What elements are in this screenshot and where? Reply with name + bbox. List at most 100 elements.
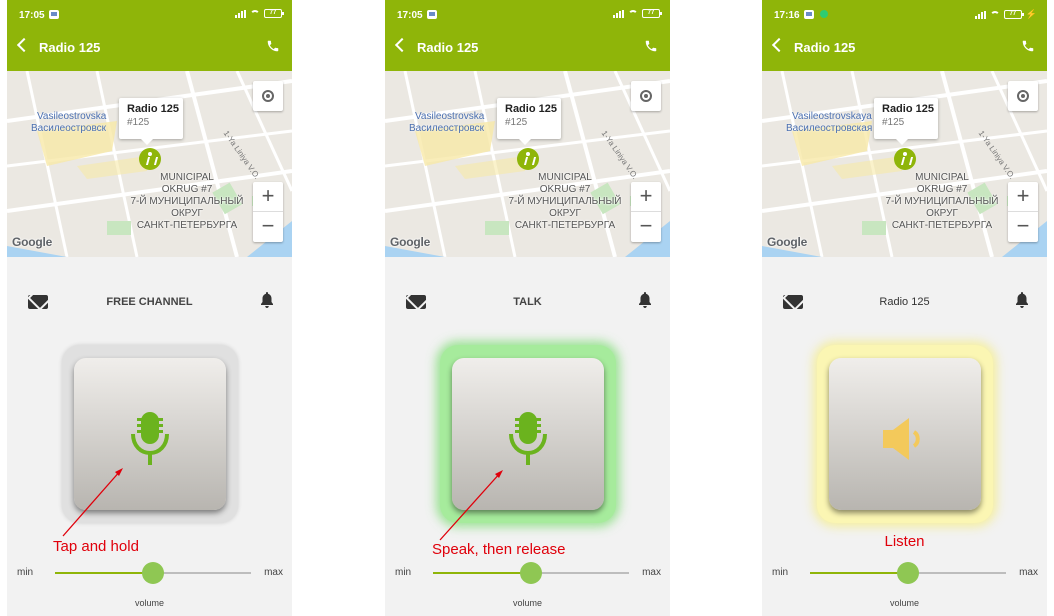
- instruction-label: Tap and hold: [53, 538, 139, 555]
- district-line: САНКТ-ПЕТЕРБУРГА: [514, 220, 616, 231]
- page-title: Radio 125: [794, 40, 856, 55]
- info-subtitle: #125: [505, 117, 528, 128]
- district-line: OKRUG #7: [916, 184, 968, 195]
- wifi-icon: [628, 9, 638, 18]
- signal-icon: [974, 10, 986, 19]
- status-indicators: 77: [613, 9, 662, 18]
- phone-screen-listen: 17:16 77 ⚡ Radio 125 Vasileostrovskaya В…: [762, 0, 1047, 616]
- marker-info-window[interactable]: Radio 125 #125: [874, 98, 938, 145]
- zoom-out-button[interactable]: −: [253, 212, 283, 242]
- microphone-icon: [509, 412, 547, 465]
- channel-label: Radio 125: [879, 296, 930, 308]
- zoom-controls: + −: [1008, 182, 1038, 242]
- phone-call-icon[interactable]: [266, 39, 280, 53]
- map-label-district: MUNICIPAL OKRUG #7 7-Й МУНИЦИПАЛЬНЫЙ ОКР…: [882, 172, 1002, 232]
- marker-info-window[interactable]: Radio 125 #125: [497, 98, 561, 145]
- info-subtitle: #125: [127, 117, 150, 128]
- volume-slider-thumb[interactable]: [520, 562, 542, 584]
- map-label-place-ru: Василеостровская: [786, 123, 873, 134]
- zoom-in-button[interactable]: +: [631, 182, 661, 212]
- push-to-talk-button[interactable]: [817, 345, 993, 523]
- district-line: 7-Й МУНИЦИПАЛЬНЫЙ: [885, 196, 999, 207]
- district-line: 7-Й МУНИЦИПАЛЬНЫЙ: [130, 196, 244, 207]
- volume-slider[interactable]: [810, 562, 1006, 584]
- volume-slider[interactable]: [55, 562, 251, 584]
- volume-caption: volume: [134, 598, 164, 608]
- phone-screen-talk: 17:05 77 Radio 125 Vasileostrovska Васил…: [385, 0, 670, 616]
- battery-icon: 77: [1003, 10, 1024, 19]
- phone-call-icon[interactable]: [1021, 39, 1035, 53]
- volume-slider-fill: [433, 572, 531, 574]
- phone-call-icon[interactable]: [644, 39, 658, 53]
- google-logo: Google: [390, 235, 431, 249]
- volume-max-label: max: [1019, 567, 1038, 578]
- map-view[interactable]: Vasileostrovska Василеостровск 1-Ya Lini…: [7, 71, 292, 257]
- zoom-in-button[interactable]: +: [253, 182, 283, 212]
- walking-person-marker-icon[interactable]: [517, 148, 539, 170]
- volume-min-label: min: [395, 567, 412, 578]
- district-line: 7-Й МУНИЦИПАЛЬНЫЙ: [508, 196, 622, 207]
- bell-icon[interactable]: [1015, 292, 1029, 308]
- push-to-talk-button[interactable]: [62, 345, 238, 523]
- volume-slider-thumb[interactable]: [142, 562, 164, 584]
- status-time: 17:05: [19, 10, 45, 21]
- volume-slider-thumb[interactable]: [897, 562, 919, 584]
- district-line: ОКРУГ: [926, 208, 958, 219]
- bell-icon[interactable]: [638, 292, 652, 308]
- app-bar: 17:05 77 Radio 125: [7, 0, 292, 71]
- volume-slider[interactable]: [433, 562, 629, 584]
- map-view[interactable]: Vasileostrovska Василеостровск 1-Ya Lini…: [385, 71, 670, 257]
- charging-icon: ⚡: [1025, 9, 1037, 19]
- walking-person-marker-icon[interactable]: [894, 148, 916, 170]
- page-title: Radio 125: [39, 40, 101, 55]
- my-location-icon[interactable]: [631, 81, 661, 111]
- bell-icon[interactable]: [260, 292, 274, 308]
- my-location-icon[interactable]: [253, 81, 283, 111]
- status-time: 17:05: [397, 10, 423, 21]
- back-arrow-icon[interactable]: [771, 37, 787, 53]
- info-title: Radio 125: [882, 103, 934, 115]
- app-bar: 17:05 77 Radio 125: [385, 0, 670, 71]
- info-title: Radio 125: [505, 103, 557, 115]
- map-label-place-en: Vasileostrovska: [415, 111, 485, 122]
- zoom-out-button[interactable]: −: [1008, 212, 1038, 242]
- map-label-district: MUNICIPAL OKRUG #7 7-Й МУНИЦИПАЛЬНЫЙ ОКР…: [505, 172, 625, 232]
- push-to-talk-button[interactable]: [440, 345, 616, 523]
- app-bar: 17:16 77 ⚡ Radio 125: [762, 0, 1047, 71]
- push-to-talk-face[interactable]: [829, 358, 981, 510]
- microphone-icon: [131, 412, 169, 465]
- walking-person-marker-icon[interactable]: [139, 148, 161, 170]
- channel-label: TALK: [513, 296, 542, 308]
- push-to-talk-face[interactable]: [74, 358, 226, 510]
- zoom-controls: + −: [631, 182, 661, 242]
- volume-min-label: min: [17, 567, 34, 578]
- map-label-place-ru: Василеостровск: [31, 123, 107, 134]
- status-time: 17:16: [774, 10, 800, 21]
- radio-panel: Radio 125 Listen min max volume: [762, 257, 1047, 616]
- back-arrow-icon[interactable]: [394, 37, 410, 53]
- district-line: OKRUG #7: [539, 184, 591, 195]
- battery-icon: 77: [642, 9, 662, 18]
- page-title: Radio 125: [417, 40, 479, 55]
- zoom-out-button[interactable]: −: [631, 212, 661, 242]
- district-line: САНКТ-ПЕТЕРБУРГА: [136, 220, 238, 231]
- status-indicators: 77: [235, 9, 284, 18]
- instruction-label: Listen: [884, 533, 925, 550]
- zoom-controls: + −: [253, 182, 283, 242]
- info-subtitle: #125: [882, 117, 905, 128]
- instruction-label: Speak, then release: [432, 541, 566, 558]
- info-title: Radio 125: [127, 103, 179, 115]
- radio-panel: TALK Speak, then release min max volume: [385, 257, 670, 616]
- volume-max-label: max: [642, 567, 661, 578]
- volume-min-label: min: [772, 567, 789, 578]
- district-line: ОКРУГ: [171, 208, 203, 219]
- volume-slider-fill: [810, 572, 908, 574]
- wifi-icon: [989, 10, 1000, 19]
- my-location-icon[interactable]: [1008, 81, 1038, 111]
- back-arrow-icon[interactable]: [16, 37, 32, 53]
- map-view[interactable]: Vasileostrovskaya Василеостровская 1-Ya …: [762, 71, 1047, 257]
- zoom-in-button[interactable]: +: [1008, 182, 1038, 212]
- marker-info-window[interactable]: Radio 125 #125: [119, 98, 183, 145]
- push-to-talk-face[interactable]: [452, 358, 604, 510]
- volume-slider-fill: [55, 572, 153, 574]
